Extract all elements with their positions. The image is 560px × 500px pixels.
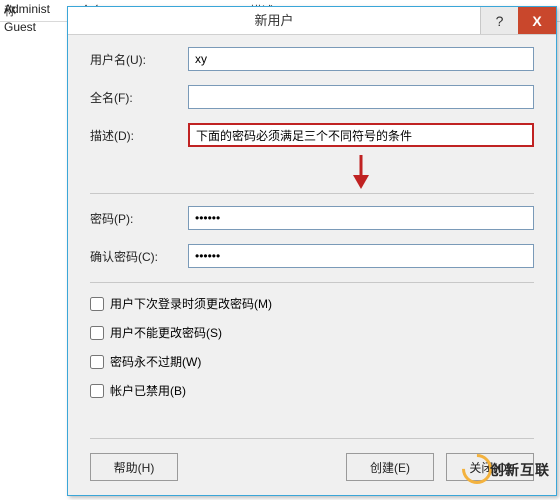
titlebar-close-button[interactable]: X — [518, 7, 556, 34]
username-label: 用户名(U): — [90, 51, 188, 68]
confirm-password-label: 确认密码(C): — [90, 248, 188, 265]
dialog-title: 新用户 — [68, 7, 480, 34]
titlebar-help-button[interactable]: ? — [480, 7, 518, 34]
cannot-change-password-label: 用户不能更改密码(S) — [110, 324, 222, 341]
divider — [90, 193, 534, 194]
description-field[interactable] — [188, 123, 534, 147]
must-change-password-label: 用户下次登录时须更改密码(M) — [110, 295, 272, 312]
help-button[interactable]: 帮助(H) — [90, 453, 178, 481]
create-button[interactable]: 创建(E) — [346, 453, 434, 481]
password-field[interactable] — [188, 206, 534, 230]
list-item[interactable]: Administ — [0, 0, 70, 18]
user-list: Administ Guest — [0, 0, 70, 36]
account-disabled-checkbox[interactable] — [90, 384, 104, 398]
confirm-password-field[interactable] — [188, 244, 534, 268]
description-label: 描述(D): — [90, 127, 188, 144]
new-user-dialog: 新用户 ? X 用户名(U): 全名(F): 描述(D): — [67, 6, 557, 496]
fullname-label: 全名(F): — [90, 89, 188, 106]
account-disabled-label: 帐户已禁用(B) — [110, 382, 186, 399]
list-item[interactable]: Guest — [0, 18, 70, 36]
divider — [90, 282, 534, 283]
username-field[interactable] — [188, 47, 534, 71]
fullname-field[interactable] — [188, 85, 534, 109]
close-button[interactable]: 关闭(O) — [446, 453, 534, 481]
must-change-password-checkbox[interactable] — [90, 297, 104, 311]
never-expires-checkbox[interactable] — [90, 355, 104, 369]
password-label: 密码(P): — [90, 210, 188, 227]
cannot-change-password-checkbox[interactable] — [90, 326, 104, 340]
titlebar: 新用户 ? X — [68, 7, 556, 35]
annotation-arrow — [188, 155, 534, 189]
dialog-footer: 帮助(H) 创建(E) 关闭(O) — [90, 438, 534, 481]
never-expires-label: 密码永不过期(W) — [110, 353, 201, 370]
